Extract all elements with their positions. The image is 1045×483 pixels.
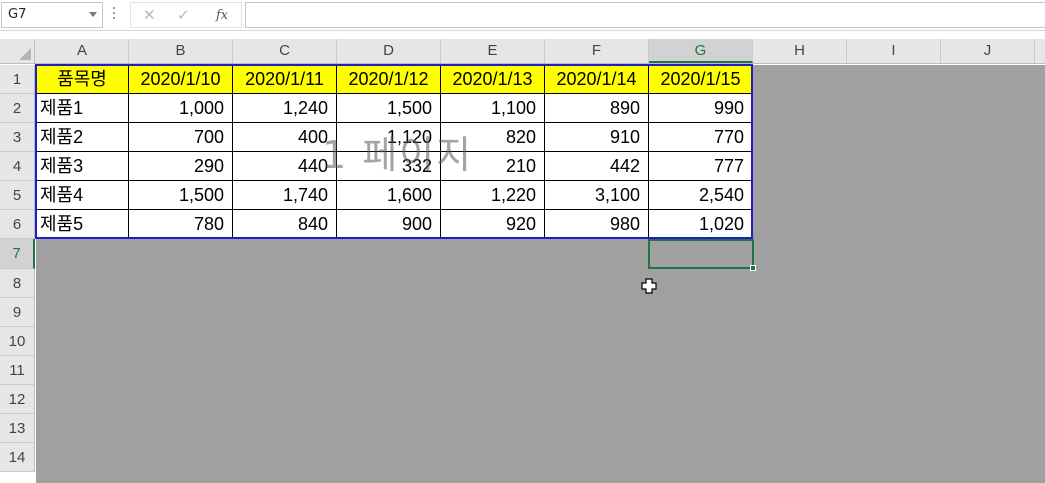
cell-a1[interactable]: 품목명 [36, 65, 129, 94]
cell-d4[interactable]: 332 [337, 152, 441, 181]
selected-cell-g7[interactable] [648, 239, 756, 271]
cell-c2[interactable]: 1,240 [233, 94, 337, 123]
cell-f1[interactable]: 2020/1/14 [545, 65, 649, 94]
cell-f2[interactable]: 890 [545, 94, 649, 123]
column-header-h[interactable]: H [753, 39, 847, 63]
cell-d6[interactable]: 900 [337, 210, 441, 239]
cell-a4[interactable]: 제품3 [36, 152, 129, 181]
column-header-c[interactable]: C [233, 39, 337, 63]
cell-a3[interactable]: 제품2 [36, 123, 129, 152]
cell-a5[interactable]: 제품4 [36, 181, 129, 210]
cell-a2[interactable]: 제품1 [36, 94, 129, 123]
formula-bar: G7 ✕ ✓ fx [0, 0, 1045, 31]
column-header-e[interactable]: E [441, 39, 545, 63]
row-header-4[interactable]: 4 [0, 152, 35, 181]
cell-e5[interactable]: 1,220 [441, 181, 545, 210]
cell-g3[interactable]: 770 [649, 123, 753, 152]
row-header-12[interactable]: 12 [0, 385, 35, 414]
enter-icon[interactable]: ✓ [177, 6, 190, 24]
cell-b2[interactable]: 1,000 [129, 94, 233, 123]
column-header-a[interactable]: A [36, 39, 129, 63]
name-box-value: G7 [8, 7, 27, 22]
insert-function-icon[interactable]: fx [216, 8, 228, 23]
row-header-5[interactable]: 5 [0, 181, 35, 210]
cell-g4[interactable]: 777 [649, 152, 753, 181]
row-header-8[interactable]: 8 [0, 269, 35, 298]
cell-g6[interactable]: 1,020 [649, 210, 753, 239]
cell-c3[interactable]: 400 [233, 123, 337, 152]
column-header-row: A B C D E F G H I J [0, 39, 1045, 64]
column-header-f[interactable]: F [545, 39, 649, 63]
cell-c4[interactable]: 440 [233, 152, 337, 181]
cell-d5[interactable]: 1,600 [337, 181, 441, 210]
row-header-14[interactable]: 14 [0, 443, 35, 472]
select-all-icon [19, 48, 31, 60]
name-box[interactable]: G7 [1, 2, 103, 28]
formula-buttons: ✕ ✓ fx [130, 2, 242, 28]
cell-b3[interactable]: 700 [129, 123, 233, 152]
cell-e1[interactable]: 2020/1/13 [441, 65, 545, 94]
cell-f5[interactable]: 3,100 [545, 181, 649, 210]
cell-b5[interactable]: 1,500 [129, 181, 233, 210]
cell-g2[interactable]: 990 [649, 94, 753, 123]
cell-f6[interactable]: 980 [545, 210, 649, 239]
cell-f4[interactable]: 442 [545, 152, 649, 181]
row-header-9[interactable]: 9 [0, 298, 35, 327]
cell-b1[interactable]: 2020/1/10 [129, 65, 233, 94]
fill-handle[interactable] [750, 265, 756, 271]
cell-e6[interactable]: 920 [441, 210, 545, 239]
row-header-2[interactable]: 2 [0, 94, 35, 123]
row-header-10[interactable]: 10 [0, 327, 35, 356]
chevron-down-icon[interactable] [89, 12, 97, 17]
column-header-j[interactable]: J [941, 39, 1035, 63]
cell-e3[interactable]: 820 [441, 123, 545, 152]
row-header-6[interactable]: 6 [0, 210, 35, 239]
row-header-3[interactable]: 3 [0, 123, 35, 152]
cell-d3[interactable]: 1,120 [337, 123, 441, 152]
cell-c6[interactable]: 840 [233, 210, 337, 239]
row-header-1[interactable]: 1 [0, 65, 35, 94]
column-header-i[interactable]: I [847, 39, 941, 63]
formula-input[interactable] [245, 2, 1045, 28]
cell-g1[interactable]: 2020/1/15 [649, 65, 753, 94]
column-header-d[interactable]: D [337, 39, 441, 63]
cell-g5[interactable]: 2,540 [649, 181, 753, 210]
cell-b4[interactable]: 290 [129, 152, 233, 181]
row-header-7[interactable]: 7 [0, 239, 35, 269]
column-header-b[interactable]: B [129, 39, 233, 63]
cell-a6[interactable]: 제품5 [36, 210, 129, 239]
column-header-g[interactable]: G [649, 39, 753, 63]
cell-f3[interactable]: 910 [545, 123, 649, 152]
cell-d2[interactable]: 1,500 [337, 94, 441, 123]
row-header-11[interactable]: 11 [0, 356, 35, 385]
cell-e4[interactable]: 210 [441, 152, 545, 181]
cell-c1[interactable]: 2020/1/11 [233, 65, 337, 94]
cell-d1[interactable]: 2020/1/12 [337, 65, 441, 94]
select-all-button[interactable] [0, 39, 35, 63]
cell-c5[interactable]: 1,740 [233, 181, 337, 210]
cell-cursor-icon [641, 278, 657, 294]
cell-e2[interactable]: 1,100 [441, 94, 545, 123]
cancel-icon[interactable]: ✕ [143, 6, 156, 24]
resize-handle-icon[interactable] [112, 7, 116, 21]
cell-b6[interactable]: 780 [129, 210, 233, 239]
row-header-13[interactable]: 13 [0, 414, 35, 443]
